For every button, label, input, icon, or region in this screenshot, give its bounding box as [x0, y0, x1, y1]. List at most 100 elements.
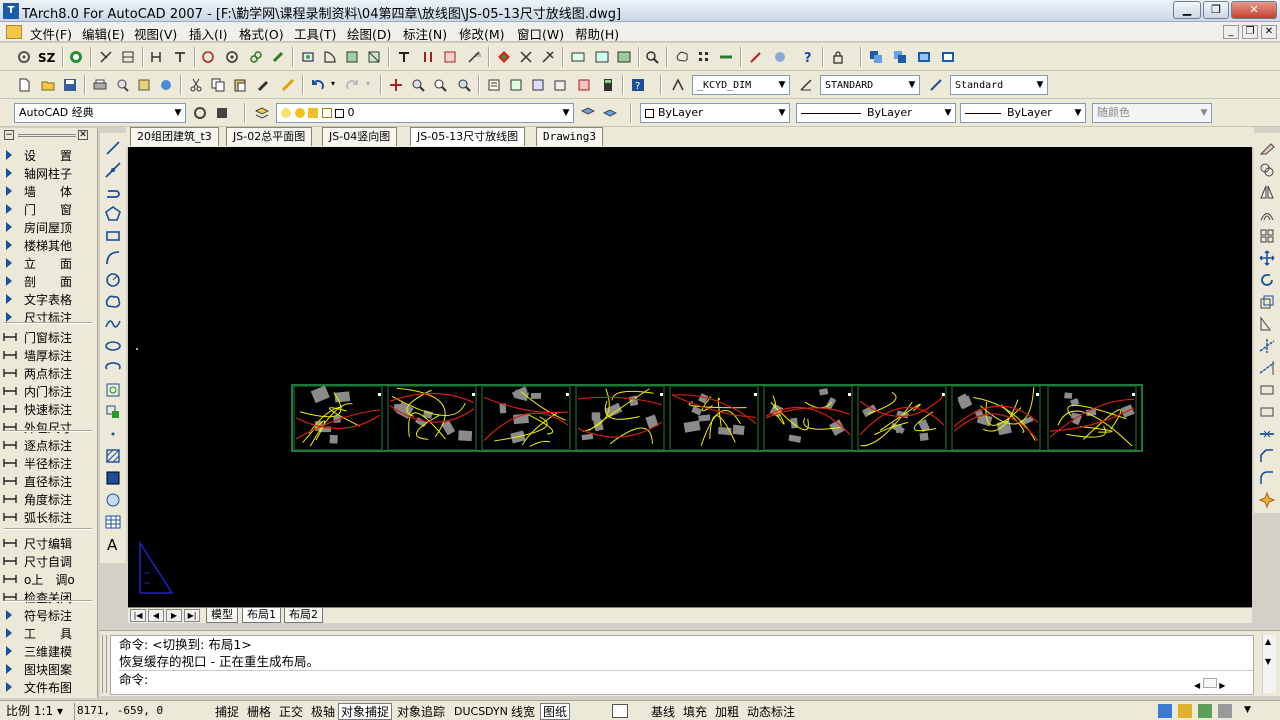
annotation-scale-icon[interactable]	[1198, 704, 1212, 718]
hatch-icon[interactable]	[104, 447, 122, 465]
trim-icon[interactable]	[1258, 337, 1276, 355]
mdi-restore-button[interactable]: ❐	[1242, 25, 1258, 39]
circle-snap-icon[interactable]	[198, 47, 218, 67]
polyline-icon[interactable]	[104, 183, 122, 201]
plotstyle-combo[interactable]: 随颜色 ▼	[1092, 103, 1212, 123]
break-icon[interactable]	[1258, 403, 1276, 421]
dimstyle-combo[interactable]: _KCYD_DIM ▼	[692, 75, 790, 95]
block-editor-icon[interactable]	[278, 75, 298, 95]
toggle-otrack[interactable]: 对象追踪	[394, 703, 448, 720]
cut-icon[interactable]	[186, 75, 206, 95]
window-icon[interactable]	[298, 47, 318, 67]
tablestyle-manager-icon[interactable]	[926, 75, 946, 95]
explode-icon[interactable]	[1258, 491, 1276, 509]
menu-help[interactable]: 帮助(H)	[575, 24, 619, 43]
win-tile-icon[interactable]	[890, 47, 910, 67]
fill-button[interactable]: 填充	[680, 703, 710, 720]
move-icon[interactable]	[1258, 249, 1276, 267]
zoom-realtime-icon[interactable]	[408, 75, 428, 95]
status-menu-icon[interactable]: ▼	[1244, 705, 1251, 715]
layout-tab-layout2[interactable]: 布局2	[284, 608, 323, 623]
doc-tab-3[interactable]: JS-05-13尺寸放线图	[410, 127, 526, 146]
minimize-button[interactable]: ▁	[1173, 1, 1201, 19]
rotate-icon[interactable]	[1258, 271, 1276, 289]
menu-tools[interactable]: 工具(T)	[294, 24, 336, 43]
toggle-lineweight[interactable]: 线宽	[508, 703, 538, 720]
last-layout-button[interactable]: ▶|	[184, 609, 200, 622]
doc-tab-4[interactable]: Drawing3	[536, 127, 603, 146]
win-horizontal-icon[interactable]	[914, 47, 934, 67]
redo-dropdown-icon[interactable]: ▾	[366, 79, 370, 88]
screen-menu-item[interactable]: 剖 面	[0, 272, 96, 290]
multiline-text-icon[interactable]: A	[104, 535, 122, 553]
zoom-window-icon[interactable]	[430, 75, 450, 95]
screen-menu-item[interactable]: 设 置	[0, 146, 96, 164]
layer-combo[interactable]: 0 ▼	[276, 103, 574, 123]
dynamic-dim-button[interactable]: 动态标注	[744, 703, 798, 720]
save-icon[interactable]	[60, 75, 80, 95]
print-preview-icon[interactable]	[112, 75, 132, 95]
door-icon[interactable]	[320, 47, 340, 67]
offset-icon[interactable]	[1258, 205, 1276, 223]
toggle-dyn[interactable]: DYN	[482, 703, 511, 720]
screen-menu-item[interactable]: 半径标注	[0, 454, 96, 472]
arc-icon[interactable]	[104, 249, 122, 267]
circle-icon[interactable]	[104, 271, 122, 289]
menu-insert[interactable]: 插入(I)	[189, 24, 227, 43]
screen-menu-item[interactable]: 尺寸自调	[0, 552, 96, 570]
menu-file[interactable]: 文件(F)	[30, 24, 72, 43]
screen-menu-item[interactable]: 门窗标注	[0, 328, 96, 346]
panel-collapse-icon[interactable]: −	[4, 130, 14, 140]
redo-icon[interactable]	[342, 75, 362, 95]
screen-menu-item[interactable]: 工 具	[0, 624, 96, 642]
command-hscroll[interactable]: ◀ ▶	[1194, 678, 1244, 692]
command-scrollbar[interactable]: ▲ ▼	[1262, 635, 1276, 693]
measure-icon[interactable]	[716, 47, 736, 67]
copy-object-icon[interactable]	[1258, 161, 1276, 179]
spline-icon[interactable]	[104, 315, 122, 333]
text-style-manager-icon[interactable]	[668, 75, 688, 95]
paint-icon[interactable]	[268, 47, 288, 67]
brush-icon[interactable]	[770, 47, 790, 67]
menu-window[interactable]: 窗口(W)	[517, 24, 564, 43]
screen-menu-item[interactable]: 直径标注	[0, 472, 96, 490]
column-icon[interactable]	[118, 47, 138, 67]
design-center-icon[interactable]	[506, 75, 526, 95]
cloud-icon[interactable]	[672, 47, 692, 67]
link-icon[interactable]	[246, 47, 266, 67]
screen-menu-item[interactable]: 墙 体	[0, 182, 96, 200]
screen-menu-item[interactable]: 文字表格	[0, 290, 96, 308]
menu-view[interactable]: 视图(V)	[134, 24, 177, 43]
tray-settings-icon[interactable]	[1218, 704, 1232, 718]
textstyle-combo[interactable]: STANDARD ▼	[820, 75, 920, 95]
rectangle-icon[interactable]	[104, 227, 122, 245]
screen-menu-item[interactable]: 检查关闭	[0, 588, 96, 606]
screen-menu-item[interactable]: 内门标注	[0, 382, 96, 400]
first-layout-button[interactable]: |◀	[130, 609, 146, 622]
screen-menu-item[interactable]: 图块图案	[0, 660, 96, 678]
command-prompt[interactable]: 命令:	[119, 670, 1253, 688]
ellipse-icon[interactable]	[104, 337, 122, 355]
screen-menu-item[interactable]: 外包尺寸	[0, 418, 96, 436]
screen-menu-item[interactable]: 立 面	[0, 254, 96, 272]
layer-previous-icon[interactable]	[600, 103, 620, 123]
bold-button[interactable]: 加粗	[712, 703, 742, 720]
match-properties-icon[interactable]	[254, 75, 274, 95]
lock-toolbar-icon[interactable]	[1178, 704, 1192, 718]
screen-menu-item[interactable]: 三维建模	[0, 642, 96, 660]
toggle-paper[interactable]: 图纸	[540, 703, 571, 720]
erase-icon[interactable]	[1258, 139, 1276, 157]
toggle-osnap[interactable]: 对象捕捉	[338, 703, 393, 720]
screen-menu-item[interactable]: 弧长标注	[0, 508, 96, 526]
make-layer-current-icon[interactable]	[578, 103, 598, 123]
lock-icon[interactable]	[828, 47, 848, 67]
insert-block-icon[interactable]	[104, 381, 122, 399]
linetype-combo[interactable]: ByLayer ▼	[796, 103, 956, 123]
scale-icon[interactable]	[1258, 293, 1276, 311]
toggle-snap[interactable]: 捕捉	[212, 703, 242, 720]
zoom-icon[interactable]	[642, 47, 662, 67]
menu-dimension[interactable]: 标注(N)	[403, 24, 447, 43]
make-block-icon[interactable]	[104, 403, 122, 421]
layout2-icon[interactable]	[592, 47, 612, 67]
tablestyle-combo[interactable]: Standard ▼	[950, 75, 1048, 95]
